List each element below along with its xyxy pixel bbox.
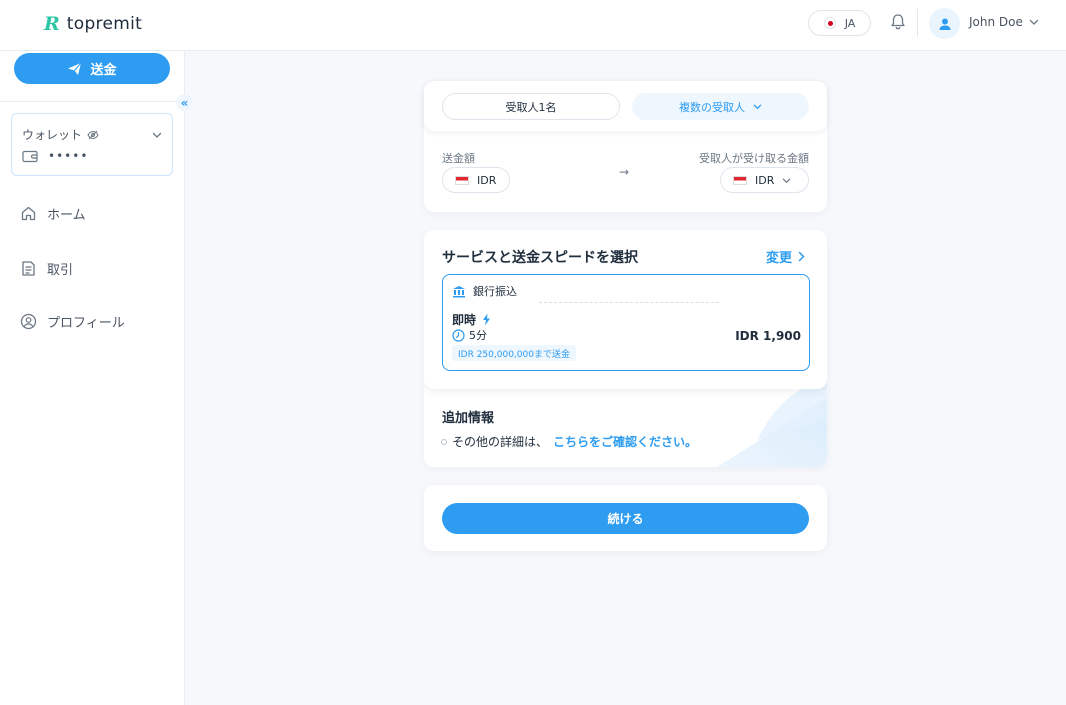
change-service-link[interactable]: 変更 [766, 247, 805, 266]
logo[interactable]: R topremit [44, 14, 142, 34]
wallet-label-row: ウォレット [22, 126, 99, 143]
lightning-icon [483, 313, 491, 326]
service-method: 銀行振込 [473, 285, 517, 298]
arrow-right-icon: → [619, 165, 630, 179]
eye-off-icon[interactable] [87, 130, 99, 140]
tab-single-recipient[interactable]: 受取人1名 [442, 93, 620, 120]
transactions-icon [22, 261, 35, 276]
indonesia-flag-icon [733, 175, 747, 185]
details-link[interactable]: こちらをご確認ください。 [553, 433, 697, 450]
send-currency: IDR [477, 173, 497, 187]
recipient-tabs: 受取人1名 複数の受取人 [424, 81, 827, 131]
sidebar-item-label: プロフィール [47, 316, 125, 331]
user-name[interactable]: John Doe [969, 15, 1023, 29]
logo-text: topremit [66, 14, 143, 34]
sidebar-item-label: ホーム [47, 208, 86, 223]
receive-currency: IDR [755, 173, 775, 187]
indonesia-flag-icon [455, 175, 469, 185]
notification-bell-icon[interactable] [888, 12, 908, 32]
chevron-right-icon [798, 251, 805, 262]
service-time: 5分 [469, 329, 487, 342]
home-icon [21, 206, 36, 221]
additional-info-row: その他の詳細は、 こちらをご確認ください。 [441, 433, 697, 450]
transfer-amount-card: 受取人1名 複数の受取人 送金額 受取人が受け取る金額 IDR → IDR [424, 81, 827, 212]
profile-icon [20, 313, 37, 330]
clock-icon [452, 328, 465, 342]
wallet-label: ウォレット [22, 128, 83, 142]
bullet-icon [441, 438, 447, 445]
sidebar-divider [0, 101, 185, 102]
chevron-down-icon[interactable] [152, 129, 162, 144]
send-amount-label: 送金額 [442, 152, 475, 165]
avatar[interactable] [929, 8, 960, 39]
chevron-down-icon [753, 104, 762, 110]
logo-mark: R [44, 12, 60, 35]
service-time-row: 5分 [452, 327, 487, 343]
japan-flag-icon [823, 17, 836, 29]
service-speed-row: 即時 [452, 311, 491, 328]
service-section-title: サービスと送金スピードを選択 [442, 250, 638, 266]
language-code: JA [844, 16, 856, 30]
service-speed: 即時 [452, 313, 477, 327]
wallet-balance-masked: ••••• [48, 149, 89, 163]
chevron-down-icon[interactable] [1029, 16, 1039, 31]
language-selector[interactable]: JA [808, 10, 871, 36]
paper-plane-icon [68, 62, 82, 75]
service-card: サービスと送金スピードを選択 変更 銀行振込 即時 5分 IDR 250,000… [424, 230, 827, 467]
receive-amount-label: 受取人が受け取る金額 [699, 152, 809, 165]
send-money-button[interactable]: 送金 [14, 53, 170, 84]
sidebar-item-transactions[interactable]: 取引 [20, 259, 73, 278]
sidebar-item-home[interactable]: ホーム [20, 204, 86, 223]
decorative-shape [717, 380, 827, 467]
sidebar: 送金 « ウォレット ••••• ホーム 取引 プロフィール [0, 51, 193, 705]
sidebar-item-label: 取引 [47, 263, 74, 278]
user-icon [939, 18, 950, 30]
change-label: 変更 [765, 251, 792, 266]
divider [539, 302, 719, 303]
header-divider [917, 9, 918, 37]
collapse-sidebar-button[interactable]: « [176, 94, 193, 111]
send-currency-selector[interactable]: IDR [442, 167, 510, 193]
continue-button[interactable]: 続ける [442, 503, 809, 534]
selected-service-option[interactable]: 銀行振込 即時 5分 IDR 250,000,000まで送金 IDR 1,900 [442, 274, 810, 371]
service-selection: サービスと送金スピードを選択 変更 銀行振込 即時 5分 IDR 250,000… [424, 230, 827, 389]
continue-card: 続ける [424, 485, 827, 551]
sidebar-item-profile[interactable]: プロフィール [20, 312, 125, 331]
wallet-icon [22, 150, 38, 167]
additional-info-text: その他の詳細は、 [452, 435, 549, 449]
tab-multiple-recipients[interactable]: 複数の受取人 [632, 93, 809, 120]
bank-icon [453, 285, 465, 297]
service-method-row: 銀行振込 [452, 283, 517, 299]
send-money-label: 送金 [90, 63, 117, 78]
chevron-down-icon [783, 178, 791, 183]
tab-multiple-label: 複数の受取人 [679, 100, 745, 114]
service-fee: IDR 1,900 [735, 329, 801, 343]
wallet-card[interactable]: ウォレット ••••• [11, 113, 173, 176]
service-limit-badge: IDR 250,000,000まで送金 [452, 345, 576, 361]
receive-currency-selector[interactable]: IDR [720, 167, 809, 193]
additional-info-title: 追加情報 [442, 411, 495, 426]
top-header: R topremit JA John Doe [0, 0, 1066, 51]
